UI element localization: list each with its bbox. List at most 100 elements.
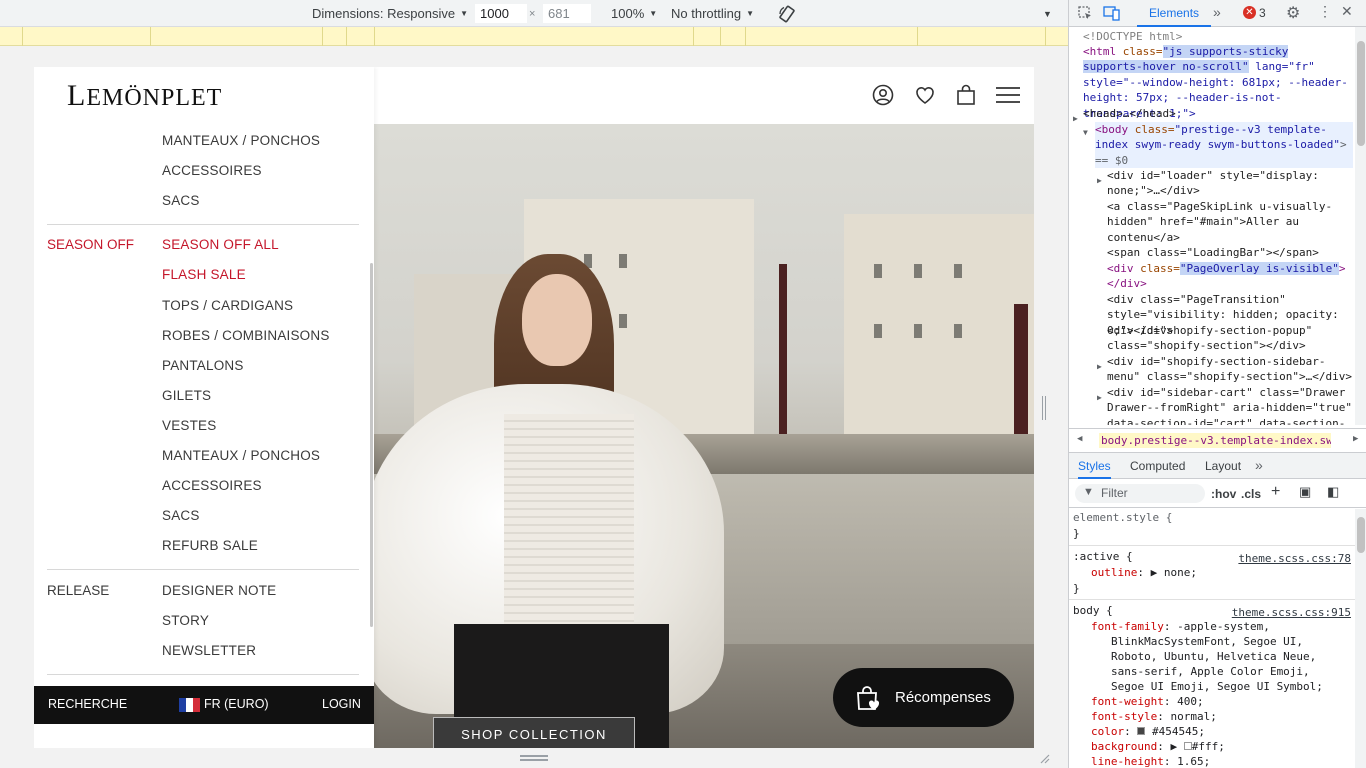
new-rule-plus-icon[interactable]: + xyxy=(1271,483,1280,501)
element-style-selector[interactable]: element.style { xyxy=(1073,510,1351,525)
zoom-dropdown[interactable]: 100% ▼ xyxy=(611,4,657,23)
error-count[interactable]: 3 xyxy=(1259,6,1266,20)
expand-arrow-icon[interactable]: ▶ xyxy=(1097,173,1102,188)
collapse-arrow-icon[interactable]: ▼ xyxy=(1083,125,1088,140)
menu-category[interactable]: SEASON OFF xyxy=(47,237,134,252)
sidebar-toggle-icon[interactable]: ◧ xyxy=(1327,484,1339,500)
sidebar-scrollbar[interactable] xyxy=(370,263,373,627)
viewport-side-resize-handle[interactable] xyxy=(1042,396,1046,420)
account-icon[interactable] xyxy=(871,83,895,107)
menu-item[interactable]: ACCESSOIRES xyxy=(162,478,262,493)
rotate-icon[interactable] xyxy=(778,4,796,23)
shopping-bag-heart-icon xyxy=(857,685,880,710)
style-declaration[interactable]: font-family: -apple-system, xyxy=(1091,619,1351,634)
menu-item[interactable]: TOPS / CARDIGANS xyxy=(162,298,293,313)
dom-node[interactable]: <div class="PageOverlay is-visible"></di… xyxy=(1107,261,1353,292)
tab-styles[interactable]: Styles xyxy=(1078,459,1111,479)
menu-item[interactable]: ACCESSOIRES xyxy=(162,163,262,178)
tab-elements[interactable]: Elements xyxy=(1137,0,1212,27)
property-value: #fff; xyxy=(1191,740,1225,753)
zoom-label: 100% xyxy=(611,6,645,21)
viewport-bottom-resize-handle[interactable] xyxy=(520,755,548,761)
menu-item[interactable]: REFURB SALE xyxy=(162,538,258,553)
class-toggle[interactable]: .cls xyxy=(1241,487,1261,501)
menu-item[interactable]: SEASON OFF ALL xyxy=(162,237,279,252)
brand-logo[interactable]: LEMÖNPLET xyxy=(67,79,222,113)
inspect-element-icon[interactable] xyxy=(1077,5,1093,21)
scroll-left-icon[interactable]: ◀ xyxy=(1077,434,1082,444)
hamburger-menu-icon[interactable] xyxy=(995,83,1021,107)
more-options-caret-icon[interactable]: ▼ xyxy=(1043,4,1052,23)
scroll-right-icon[interactable]: ▶ xyxy=(1353,434,1358,444)
source-link[interactable]: theme.scss.css:915 xyxy=(1232,605,1351,620)
dom-node[interactable]: <a class="PageSkipLink u-visually-hidden… xyxy=(1107,199,1353,245)
menu-item[interactable]: GILETS xyxy=(162,388,211,403)
login-link[interactable]: LOGIN xyxy=(322,697,361,711)
hover-state-toggle[interactable]: :hov xyxy=(1211,487,1236,501)
dom-node[interactable]: <div id="shopify-section-sidebar-menu" c… xyxy=(1107,354,1353,385)
menu-item[interactable]: ROBES / COMBINAISONS xyxy=(162,328,330,343)
paint-brush-icon[interactable]: ▣ xyxy=(1299,484,1311,500)
more-tabs-chevron-icon[interactable]: » xyxy=(1213,4,1221,20)
menu-item[interactable]: PANTALONS xyxy=(162,358,244,373)
throttling-dropdown[interactable]: No throttling ▼ xyxy=(671,4,754,23)
breadcrumb-body[interactable]: body.prestige--v3.template-index.swym-re… xyxy=(1099,433,1331,448)
dom-node[interactable]: <div id="loader" style="display: none;">… xyxy=(1107,168,1353,199)
menu-item[interactable]: DESIGNER NOTE xyxy=(162,583,276,598)
locale-selector[interactable]: FR (EURO) xyxy=(204,697,269,711)
dom-node-head[interactable]: <head>…</head> xyxy=(1083,106,1353,121)
menu-item[interactable]: NEWSLETTER xyxy=(162,643,256,658)
styles-scrollbar[interactable] xyxy=(1355,509,1366,768)
dom-node[interactable]: <!DOCTYPE html> xyxy=(1083,29,1353,44)
styles-pane: element.style { } :active { theme.scss.c… xyxy=(1069,509,1355,768)
wishlist-heart-icon[interactable] xyxy=(913,83,937,107)
menu-divider xyxy=(47,569,359,570)
property-value-line: BlinkMacSystemFont, Segoe UI, xyxy=(1111,635,1304,648)
dom-node[interactable]: <span class="LoadingBar"></span> xyxy=(1107,245,1353,260)
source-link[interactable]: theme.scss.css:78 xyxy=(1238,551,1351,566)
dom-node[interactable]: <div id="shopify-section-popup" class="s… xyxy=(1107,323,1353,354)
style-declaration[interactable]: font-weight: 400; xyxy=(1091,694,1351,709)
more-tabs-chevron-icon[interactable]: » xyxy=(1255,457,1263,473)
dom-node-body[interactable]: <body class="prestige--v3 template-index… xyxy=(1095,122,1353,169)
expand-arrow-icon[interactable]: ▶ xyxy=(1073,111,1078,126)
rewards-label: Récompenses xyxy=(895,689,991,706)
error-icon[interactable]: ✕ xyxy=(1243,6,1256,19)
expand-arrow-icon[interactable]: ▶ xyxy=(1097,390,1102,405)
device-toggle-icon[interactable] xyxy=(1103,5,1121,21)
height-input[interactable]: 681 xyxy=(543,4,591,23)
tab-computed[interactable]: Computed xyxy=(1130,459,1185,473)
dimensions-dropdown[interactable]: Dimensions: Responsive ▼ xyxy=(312,4,468,23)
dom-tag: <body xyxy=(1095,123,1135,136)
resize-corner-icon[interactable] xyxy=(1038,752,1050,764)
rewards-button[interactable]: Récompenses xyxy=(833,668,1014,727)
shopping-bag-icon[interactable] xyxy=(954,83,978,107)
color-swatch[interactable] xyxy=(1183,742,1192,750)
menu-item[interactable]: FLASH SALE xyxy=(162,267,246,282)
menu-item[interactable]: VESTES xyxy=(162,418,216,433)
media-query-ruler[interactable] xyxy=(0,27,1068,46)
expand-arrow-icon[interactable]: ▶ xyxy=(1097,359,1102,374)
style-declaration[interactable]: color: #454545; xyxy=(1091,724,1351,739)
style-declaration[interactable]: background: ▶ #fff; xyxy=(1091,739,1351,754)
style-declaration[interactable]: font-style: normal; xyxy=(1091,709,1351,724)
color-swatch[interactable] xyxy=(1137,727,1146,735)
menu-item[interactable]: SACS xyxy=(162,193,200,208)
filter-input[interactable]: Filter xyxy=(1075,484,1205,503)
dom-tree-scrollbar[interactable] xyxy=(1355,27,1366,425)
tab-layout[interactable]: Layout xyxy=(1205,459,1241,473)
width-input[interactable]: 1000 xyxy=(475,4,527,23)
close-icon[interactable]: ✕ xyxy=(1341,3,1353,20)
menu-item[interactable]: SACS xyxy=(162,508,200,523)
menu-item[interactable]: STORY xyxy=(162,613,209,628)
menu-category[interactable]: RELEASE xyxy=(47,583,109,598)
settings-gear-icon[interactable]: ⚙ xyxy=(1286,3,1300,23)
menu-item[interactable]: MANTEAUX / PONCHOS xyxy=(162,448,320,463)
style-declaration[interactable]: outline: ▶ none; xyxy=(1091,565,1351,580)
style-declaration[interactable]: line-height: 1.65; xyxy=(1091,754,1351,768)
dom-node[interactable]: <div id="sidebar-cart" class="Drawer Dra… xyxy=(1107,385,1353,425)
menu-item[interactable]: MANTEAUX / PONCHOS xyxy=(162,133,320,148)
more-options-icon[interactable]: ⋮ xyxy=(1318,3,1332,20)
shop-collection-button[interactable]: SHOP COLLECTION xyxy=(433,717,635,748)
search-link[interactable]: RECHERCHE xyxy=(48,697,127,711)
